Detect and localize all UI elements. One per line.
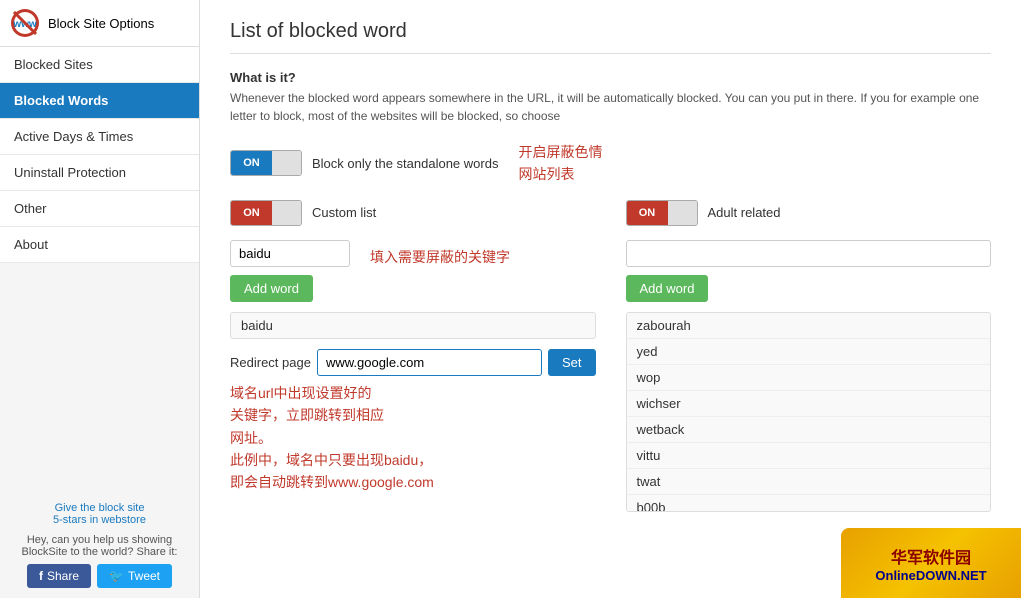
adult-word-list: zabourah yed wop wichser wetback vittu t… (626, 312, 992, 512)
annotation-standalone: 开启屏蔽色情 网站列表 (518, 141, 602, 186)
list-item: twat (627, 469, 991, 495)
twitter-icon: 🐦 (109, 569, 124, 583)
stars-link[interactable]: Give the block site 5-stars in webstore (10, 502, 189, 526)
adult-toggle-off (668, 201, 697, 225)
annotation-custom: 填入需要屏蔽的关键字 (370, 246, 510, 268)
watermark-bottom-text: OnlineDOWN.NET (875, 568, 986, 583)
custom-toggle-off (272, 201, 301, 225)
page-title: List of blocked word (230, 20, 991, 54)
list-item: b00b (627, 495, 991, 512)
sidebar-title: Block Site Options (48, 16, 154, 31)
sidebar: www Block Site Options Blocked Sites Blo… (0, 0, 200, 598)
sidebar-social: Give the block site 5-stars in webstore … (0, 492, 199, 598)
sidebar-header: www Block Site Options (0, 0, 199, 47)
custom-toggle-row: ON Custom list (230, 200, 596, 226)
add-adult-word-button[interactable]: Add word (626, 275, 709, 302)
custom-word-list: baidu (230, 312, 596, 339)
description-text: Whenever the blocked word appears somewh… (230, 89, 991, 125)
set-button[interactable]: Set (548, 349, 596, 376)
sidebar-item-blocked-words[interactable]: Blocked Words (0, 83, 199, 119)
list-item: zabourah (627, 313, 991, 339)
standalone-toggle[interactable]: ON (230, 150, 302, 176)
toggle-off-part (272, 151, 301, 175)
watermark: 华军软件园 OnlineDOWN.NET (841, 528, 1021, 598)
adult-toggle[interactable]: ON (626, 200, 698, 226)
list-item: vittu (627, 443, 991, 469)
list-item: baidu (231, 313, 595, 338)
social-buttons: f Share 🐦 Tweet (10, 564, 189, 588)
block-site-logo: www (10, 8, 40, 38)
watermark-top-text: 华军软件园 (891, 544, 971, 568)
sidebar-item-active-days-times[interactable]: Active Days & Times (0, 119, 199, 155)
list-item: wop (627, 365, 991, 391)
adult-word-input[interactable] (626, 240, 992, 267)
custom-list-column: ON Custom list 填入需要屏蔽的关键字 Add word baidu… (230, 200, 596, 512)
redirect-input[interactable] (317, 349, 542, 376)
list-item: yed (627, 339, 991, 365)
adult-toggle-on: ON (627, 201, 668, 225)
main-content: List of blocked word What is it? Wheneve… (200, 0, 1021, 598)
list-item: wichser (627, 391, 991, 417)
add-word-button[interactable]: Add word (230, 275, 313, 302)
sidebar-item-uninstall-protection[interactable]: Uninstall Protection (0, 155, 199, 191)
list-item: wetback (627, 417, 991, 443)
adult-related-label: Adult related (708, 205, 781, 220)
annotation-redirect: 域名url中出现设置好的 关键字，立即跳转到相应 网址。 此例中，域名中只要出现… (230, 382, 596, 494)
tweet-button[interactable]: 🐦 Tweet (97, 564, 172, 588)
toggle-on-label: ON (231, 151, 272, 175)
standalone-toggle-row: ON Block only the standalone words 开启屏蔽色… (230, 141, 991, 186)
what-is-it-section: What is it? Whenever the blocked word ap… (230, 70, 991, 125)
custom-list-label: Custom list (312, 205, 376, 220)
facebook-icon: f (39, 569, 43, 583)
what-is-it-label: What is it? (230, 70, 991, 85)
custom-toggle-on: ON (231, 201, 272, 225)
two-column-section: ON Custom list 填入需要屏蔽的关键字 Add word baidu… (230, 200, 991, 512)
sidebar-item-blocked-sites[interactable]: Blocked Sites (0, 47, 199, 83)
adult-list-column: ON Adult related Add word zabourah yed w… (626, 200, 992, 512)
adult-toggle-row: ON Adult related (626, 200, 992, 226)
redirect-row: Redirect page Set (230, 349, 596, 376)
custom-input-row: 填入需要屏蔽的关键字 (230, 240, 596, 275)
custom-word-input[interactable] (230, 240, 350, 267)
help-text: Hey, can you help us showing BlockSite t… (10, 534, 189, 558)
redirect-label: Redirect page (230, 355, 311, 370)
sidebar-item-other[interactable]: Other (0, 191, 199, 227)
custom-toggle[interactable]: ON (230, 200, 302, 226)
sidebar-item-about[interactable]: About (0, 227, 199, 263)
standalone-label: Block only the standalone words (312, 156, 498, 171)
share-button[interactable]: f Share (27, 564, 91, 588)
